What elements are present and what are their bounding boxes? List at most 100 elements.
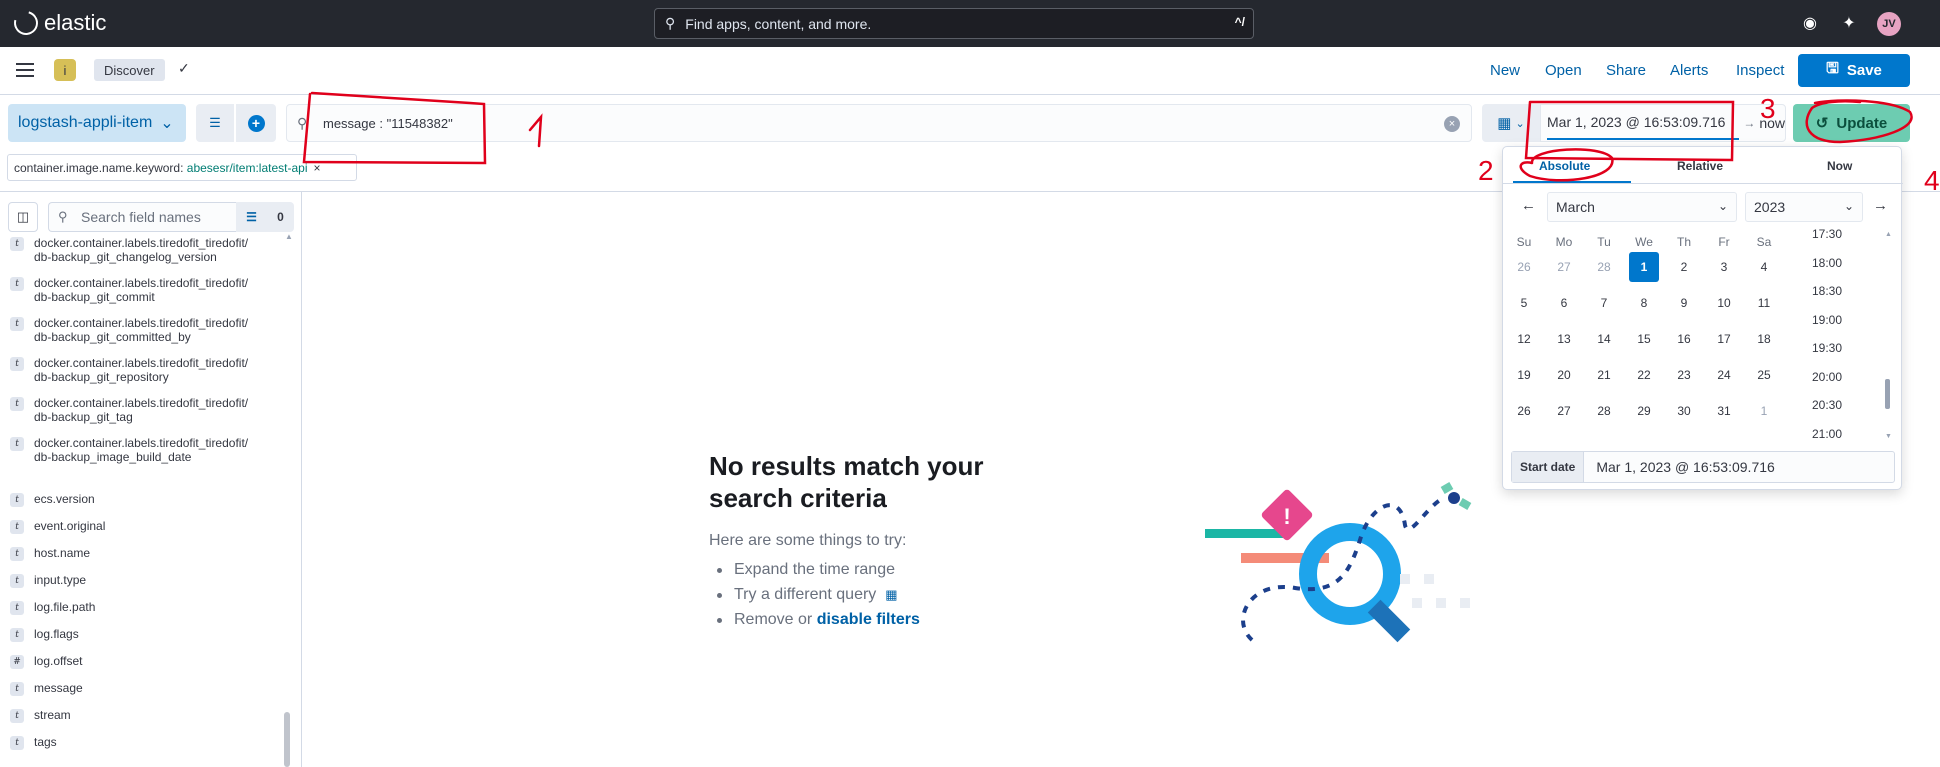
- calendar-day[interactable]: 12: [1509, 324, 1539, 354]
- query-input[interactable]: ⚲ message : "11548382": [286, 104, 1472, 142]
- filter-pill[interactable]: container.image.name.keyword: abesesr/it…: [7, 154, 357, 181]
- clear-query-icon[interactable]: ×: [1444, 116, 1460, 132]
- calendar-day[interactable]: 16: [1669, 324, 1699, 354]
- new-link[interactable]: New: [1490, 62, 1520, 79]
- time-option[interactable]: 21:00: [1791, 427, 1863, 441]
- start-date-value[interactable]: Mar 1, 2023 @ 16:53:09.716: [1584, 459, 1774, 475]
- calendar-day[interactable]: 15: [1629, 324, 1659, 354]
- elastic-logo[interactable]: elastic: [9, 6, 106, 40]
- inspect-link[interactable]: Inspect: [1736, 62, 1784, 79]
- calendar-day[interactable]: 27: [1549, 396, 1579, 426]
- time-option[interactable]: 19:30: [1791, 341, 1863, 355]
- field-item[interactable]: t docker.container.labels.tiredofit_tired…: [10, 276, 280, 306]
- calendar-day[interactable]: 29: [1629, 396, 1659, 426]
- field-item[interactable]: t docker.container.labels.tiredofit_tired…: [10, 396, 280, 426]
- tab-now[interactable]: Now: [1827, 159, 1852, 173]
- field-item[interactable]: t stream: [10, 708, 280, 723]
- data-view-selector[interactable]: logstash-appli-item ⌄: [8, 104, 186, 142]
- calendar-day[interactable]: 9: [1669, 288, 1699, 318]
- field-item[interactable]: t event.original: [10, 519, 280, 534]
- query-help-icon[interactable]: ▦: [885, 587, 897, 602]
- calendar-day[interactable]: 26: [1509, 252, 1539, 282]
- start-date-field[interactable]: Start date Mar 1, 2023 @ 16:53:09.716: [1511, 451, 1895, 483]
- month-select[interactable]: March ⌄: [1547, 192, 1737, 222]
- calendar-day[interactable]: 19: [1509, 360, 1539, 390]
- calendar-day[interactable]: 23: [1669, 360, 1699, 390]
- scroll-down-icon[interactable]: ▼: [1885, 433, 1892, 440]
- avatar[interactable]: JV: [1877, 12, 1901, 36]
- open-link[interactable]: Open: [1545, 62, 1582, 79]
- filter-menu-button[interactable]: ☰: [196, 104, 234, 142]
- news-icon[interactable]: ✦: [1838, 12, 1860, 34]
- calendar-day[interactable]: 25: [1749, 360, 1779, 390]
- remove-filter-icon[interactable]: ×: [314, 161, 321, 175]
- calendar-day[interactable]: 24: [1709, 360, 1739, 390]
- calendar-day[interactable]: 17: [1709, 324, 1739, 354]
- scroll-up-icon[interactable]: ▲: [1885, 231, 1892, 238]
- calendar-day[interactable]: 10: [1709, 288, 1739, 318]
- time-option[interactable]: 18:00: [1791, 256, 1863, 270]
- calendar-day[interactable]: 8: [1629, 288, 1659, 318]
- calendar-day[interactable]: 1: [1749, 396, 1779, 426]
- field-item[interactable]: t docker.container.labels.tiredofit_tired…: [10, 236, 280, 281]
- space-avatar[interactable]: i: [54, 59, 76, 81]
- field-item[interactable]: t docker.container.labels.tiredofit_tired…: [10, 436, 280, 466]
- calendar-day[interactable]: 11: [1749, 288, 1779, 318]
- calendar-day[interactable]: 4: [1749, 252, 1779, 282]
- calendar-day[interactable]: 20: [1549, 360, 1579, 390]
- time-option[interactable]: 17:30: [1791, 227, 1863, 241]
- help-icon[interactable]: ◉: [1799, 12, 1821, 34]
- field-item[interactable]: t tags: [10, 735, 280, 750]
- add-filter-button[interactable]: +: [236, 104, 276, 142]
- calendar-day[interactable]: 3: [1709, 252, 1739, 282]
- field-item[interactable]: t message: [10, 681, 280, 696]
- calendar-day[interactable]: 28: [1589, 252, 1619, 282]
- global-search-input[interactable]: ⚲ Find apps, content, and more. ^/: [654, 8, 1254, 39]
- save-button[interactable]: 🖫 Save: [1798, 54, 1910, 87]
- field-item[interactable]: t log.file.path: [10, 600, 280, 615]
- field-item[interactable]: t docker.container.labels.tiredofit_tired…: [10, 356, 280, 386]
- field-item[interactable]: t host.name: [10, 546, 280, 561]
- field-item[interactable]: t docker.container.labels.tiredofit_tired…: [10, 316, 280, 346]
- alerts-link[interactable]: Alerts: [1670, 62, 1708, 79]
- calendar-day[interactable]: 22: [1629, 360, 1659, 390]
- calendar-day[interactable]: 2: [1669, 252, 1699, 282]
- date-range-picker[interactable]: Mar 1, 2023 @ 16:53:09.716 → now: [1540, 104, 1786, 142]
- field-type-filter-button[interactable]: ☰ 0: [236, 202, 294, 232]
- next-month-icon[interactable]: →: [1873, 197, 1888, 214]
- field-item[interactable]: t ecs.version: [10, 492, 280, 507]
- update-button[interactable]: ↺ Update: [1793, 104, 1910, 142]
- share-link[interactable]: Share: [1606, 62, 1646, 79]
- tab-relative[interactable]: Relative: [1677, 159, 1723, 173]
- calendar-day[interactable]: 31: [1709, 396, 1739, 426]
- calendar-day[interactable]: 14: [1589, 324, 1619, 354]
- calendar-day[interactable]: 28: [1589, 396, 1619, 426]
- time-option[interactable]: 18:30: [1791, 284, 1863, 298]
- calendar-day[interactable]: 30: [1669, 396, 1699, 426]
- breadcrumb[interactable]: Discover: [94, 59, 165, 81]
- calendar-day[interactable]: 26: [1509, 396, 1539, 426]
- calendar-day[interactable]: 5: [1509, 288, 1539, 318]
- collapse-sidebar-icon[interactable]: ◫: [8, 202, 38, 232]
- scroll-up-icon[interactable]: ▲: [285, 232, 293, 241]
- sidebar-scrollbar[interactable]: [284, 712, 290, 767]
- time-option[interactable]: 20:30: [1791, 398, 1863, 412]
- calendar-day[interactable]: 1: [1629, 252, 1659, 282]
- field-item[interactable]: t input.type: [10, 573, 280, 588]
- calendar-day[interactable]: 7: [1589, 288, 1619, 318]
- calendar-day[interactable]: 13: [1549, 324, 1579, 354]
- menu-icon[interactable]: [16, 63, 34, 77]
- time-option[interactable]: 19:00: [1791, 313, 1863, 327]
- year-select[interactable]: 2023 ⌄: [1745, 192, 1863, 222]
- disable-filters-link[interactable]: disable filters: [817, 611, 920, 628]
- calendar-day[interactable]: 6: [1549, 288, 1579, 318]
- calendar-day[interactable]: 27: [1549, 252, 1579, 282]
- previous-month-icon[interactable]: ←: [1521, 197, 1536, 214]
- end-date-button[interactable]: now: [1759, 115, 1785, 131]
- field-item[interactable]: # log.offset: [10, 654, 280, 669]
- start-date-button[interactable]: Mar 1, 2023 @ 16:53:09.716: [1547, 106, 1740, 140]
- field-item[interactable]: t log.flags: [10, 627, 280, 642]
- calendar-day[interactable]: 18: [1749, 324, 1779, 354]
- field-search-input[interactable]: ⚲ Search field names: [48, 202, 236, 232]
- time-option[interactable]: 20:00: [1791, 370, 1863, 384]
